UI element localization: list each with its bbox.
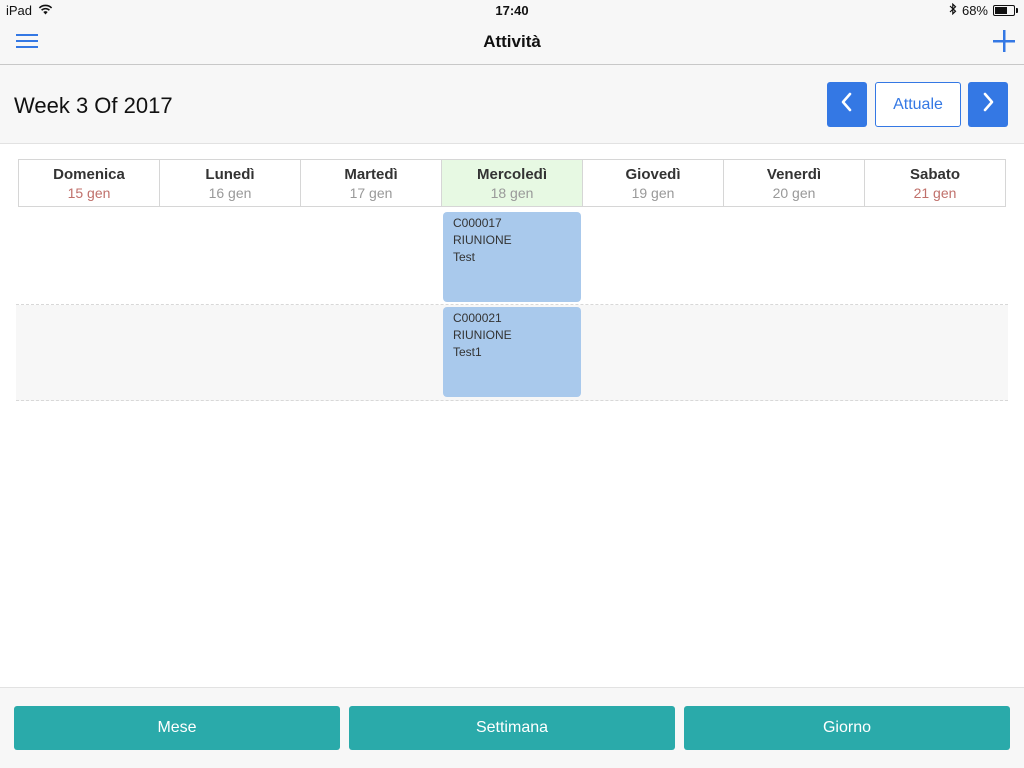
day-header-giovedi[interactable]: Giovedì 19 gen bbox=[583, 160, 724, 206]
day-name: Giovedì bbox=[625, 166, 681, 183]
app-root: iPad 17:40 68% Attività Week 3 Of 2017 A… bbox=[0, 0, 1024, 768]
event-card[interactable]: C000021 RIUNIONE Test1 bbox=[443, 307, 581, 397]
month-view-button[interactable]: Mese bbox=[14, 706, 340, 750]
chevron-left-icon bbox=[840, 92, 854, 117]
event-type: RIUNIONE bbox=[453, 233, 512, 247]
event-code: C000021 bbox=[453, 311, 502, 325]
day-name: Lunedì bbox=[205, 166, 255, 183]
week-view-button[interactable]: Settimana bbox=[349, 706, 675, 750]
day-name: Martedì bbox=[344, 166, 398, 183]
event-title: Test bbox=[453, 250, 476, 264]
event-card[interactable]: C000017 RIUNIONE Test bbox=[443, 212, 581, 302]
next-week-button[interactable] bbox=[968, 82, 1008, 127]
status-time: 17:40 bbox=[495, 3, 529, 18]
day-date: 17 gen bbox=[349, 185, 393, 201]
day-name: Domenica bbox=[53, 166, 125, 183]
battery-icon bbox=[993, 5, 1015, 16]
day-header-lunedi[interactable]: Lunedì 16 gen bbox=[160, 160, 301, 206]
bottom-toolbar: Mese Settimana Giorno bbox=[0, 687, 1024, 768]
status-right: 68% bbox=[949, 2, 1018, 18]
day-date: 20 gen bbox=[772, 185, 816, 201]
event-code: C000017 bbox=[453, 216, 502, 230]
plus-icon[interactable] bbox=[990, 27, 1018, 55]
day-header-domenica[interactable]: Domenica 15 gen bbox=[19, 160, 160, 206]
day-date: 15 gen bbox=[67, 185, 111, 201]
day-date: 19 gen bbox=[631, 185, 675, 201]
battery-tip bbox=[1016, 8, 1018, 13]
current-week-button[interactable]: Attuale bbox=[875, 82, 961, 127]
week-header: Week 3 Of 2017 Attuale bbox=[0, 65, 1024, 144]
page-title: Attività bbox=[483, 32, 541, 51]
day-name: Mercoledì bbox=[476, 166, 548, 183]
day-name: Sabato bbox=[909, 166, 960, 183]
week-title: Week 3 Of 2017 bbox=[14, 93, 173, 118]
day-headers: Domenica 15 gen Lunedì 16 gen Martedì 17… bbox=[18, 159, 1006, 207]
chevron-right-icon bbox=[981, 92, 995, 117]
event-title: Test1 bbox=[453, 345, 482, 359]
day-date: 16 gen bbox=[208, 185, 252, 201]
day-header-mercoledi[interactable]: Mercoledì 18 gen bbox=[442, 160, 583, 206]
nav-bar: Attività bbox=[0, 20, 1024, 65]
previous-week-button[interactable] bbox=[827, 82, 867, 127]
status-bar: iPad 17:40 68% bbox=[0, 0, 1024, 20]
day-header-sabato[interactable]: Sabato 21 gen bbox=[865, 160, 1005, 206]
day-name: Venerdì bbox=[766, 166, 822, 183]
battery-percent: 68% bbox=[961, 3, 988, 18]
event-type: RIUNIONE bbox=[453, 328, 512, 342]
bluetooth-icon bbox=[949, 2, 957, 18]
day-view-button[interactable]: Giorno bbox=[684, 706, 1010, 750]
day-date: 21 gen bbox=[913, 185, 957, 201]
day-header-martedi[interactable]: Martedì 17 gen bbox=[301, 160, 442, 206]
day-header-venerdi[interactable]: Venerdì 20 gen bbox=[724, 160, 865, 206]
day-date: 18 gen bbox=[490, 185, 534, 201]
